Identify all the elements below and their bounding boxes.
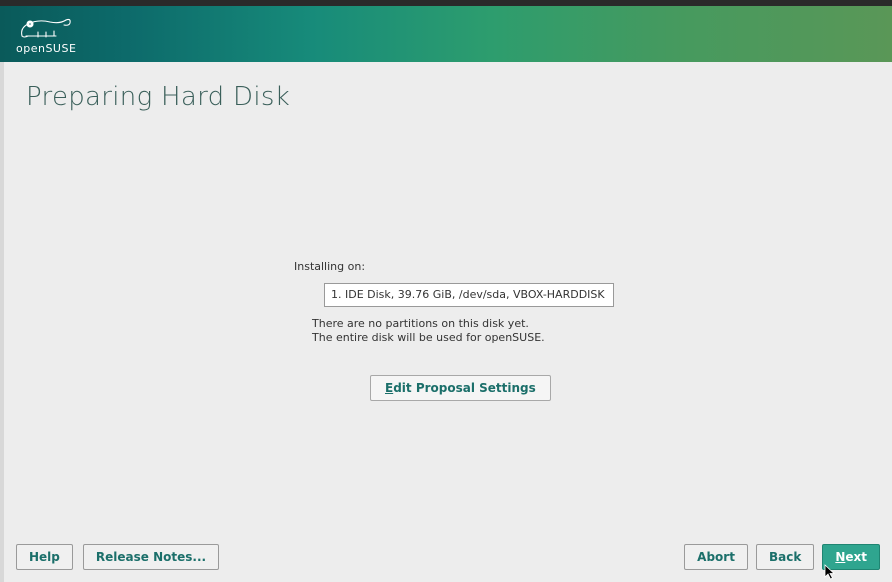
brand-logo: openSUSE: [16, 14, 76, 55]
abort-button[interactable]: Abort: [684, 544, 748, 570]
bottom-right-buttons: Abort Back Next: [684, 544, 880, 570]
status-line-1: There are no partitions on this disk yet…: [312, 317, 529, 330]
next-button[interactable]: Next: [822, 544, 880, 570]
edit-proposal-settings-button[interactable]: Edit Proposal Settings: [370, 375, 551, 401]
help-button[interactable]: Help: [16, 544, 73, 570]
status-line-2: The entire disk will be used for openSUS…: [312, 331, 545, 344]
release-notes-button[interactable]: Release Notes...: [83, 544, 219, 570]
installing-on-label: Installing on:: [294, 260, 674, 273]
chameleon-icon: [16, 14, 76, 42]
install-on-block: Installing on: 1. IDE Disk, 39.76 GiB, /…: [294, 260, 674, 401]
back-button[interactable]: Back: [756, 544, 814, 570]
page-title: Preparing Hard Disk: [26, 82, 870, 112]
header-bar: openSUSE: [0, 6, 892, 62]
bottom-left-buttons: Help Release Notes...: [16, 544, 219, 570]
disk-selector[interactable]: 1. IDE Disk, 39.76 GiB, /dev/sda, VBOX-H…: [324, 283, 614, 307]
main-content: Preparing Hard Disk Installing on: 1. ID…: [4, 62, 892, 582]
brand-name: openSUSE: [16, 42, 76, 55]
partition-status: There are no partitions on this disk yet…: [312, 317, 674, 345]
